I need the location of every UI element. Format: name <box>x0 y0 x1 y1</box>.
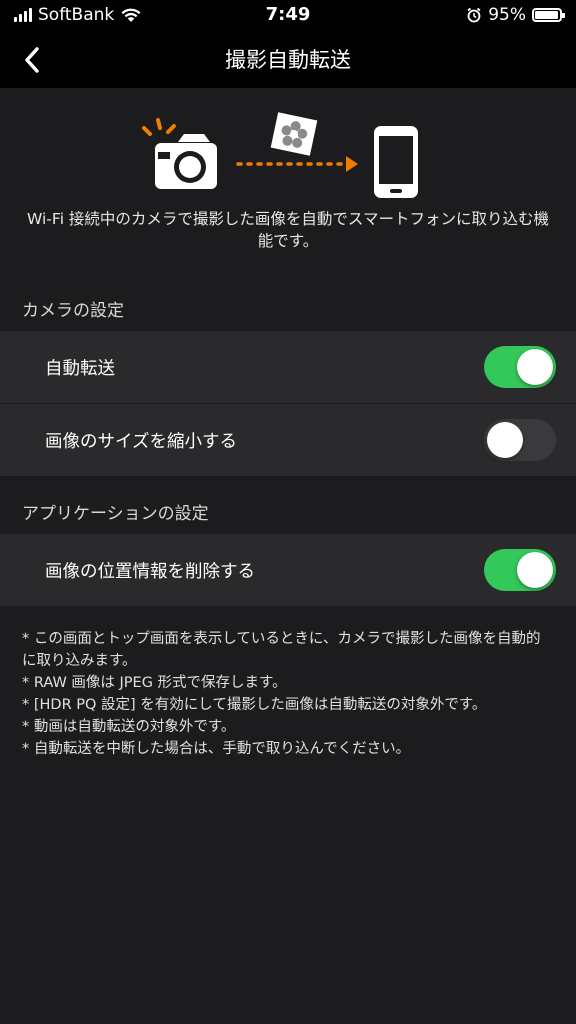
battery-icon <box>532 8 565 22</box>
nav-bar: 撮影自動転送 <box>0 32 576 88</box>
note-item: * 動画は自動転送の対象外です。 <box>22 719 236 735</box>
transfer-illustration <box>0 88 576 208</box>
setting-auto-transfer: 自動転送 <box>0 331 576 403</box>
page-title: 撮影自動転送 <box>225 48 351 72</box>
feature-description: Wi-Fi 接続中のカメラで撮影した画像を自動でスマートフォンに取り込む機能です… <box>27 210 549 250</box>
toggle-knob <box>517 552 553 588</box>
note-item: * 自動転送を中断した場合は、手動で取り込んでください。 <box>22 741 411 757</box>
status-right: 95% <box>466 5 565 25</box>
flower-photo-icon <box>270 112 318 156</box>
transfer-arrow-icon <box>236 156 358 172</box>
toggle-knob <box>517 349 553 385</box>
section-header-application: アプリケーションの設定 <box>22 504 209 524</box>
toggle-knob <box>487 422 523 458</box>
auto-transfer-toggle[interactable] <box>484 346 556 388</box>
note-item: * この画面とトップ画面を表示しているときに、カメラで撮影した画像を自動的に取り… <box>22 631 541 669</box>
setting-label: 自動転送 <box>45 358 115 379</box>
note-item: * [HDR PQ 設定] を有効にして撮影した画像は自動転送の対象外です。 <box>22 697 487 713</box>
smartphone-icon <box>374 126 418 198</box>
screen: SoftBank 7:49 95% 撮影自動転送 Wi-Fi 接続中のカメラで撮… <box>0 0 576 1024</box>
camera-icon <box>142 118 217 189</box>
alarm-icon <box>467 7 481 23</box>
section-header-camera: カメラの設定 <box>22 301 124 321</box>
note-item: * RAW 画像は JPEG 形式で保存します。 <box>22 675 287 691</box>
battery-level <box>535 11 558 19</box>
setting-remove-location: 画像の位置情報を削除する <box>0 534 576 606</box>
setting-reduce-size: 画像のサイズを縮小する <box>0 404 576 476</box>
battery-percent: 95% <box>488 5 526 25</box>
setting-label: 画像の位置情報を削除する <box>45 561 255 582</box>
reduce-size-toggle[interactable] <box>484 419 556 461</box>
remove-location-toggle[interactable] <box>484 549 556 591</box>
setting-label: 画像のサイズを縮小する <box>45 431 237 452</box>
notes-list: * この画面とトップ画面を表示しているときに、カメラで撮影した画像を自動的に取り… <box>22 628 554 760</box>
status-bar: SoftBank 7:49 95% <box>0 0 576 32</box>
